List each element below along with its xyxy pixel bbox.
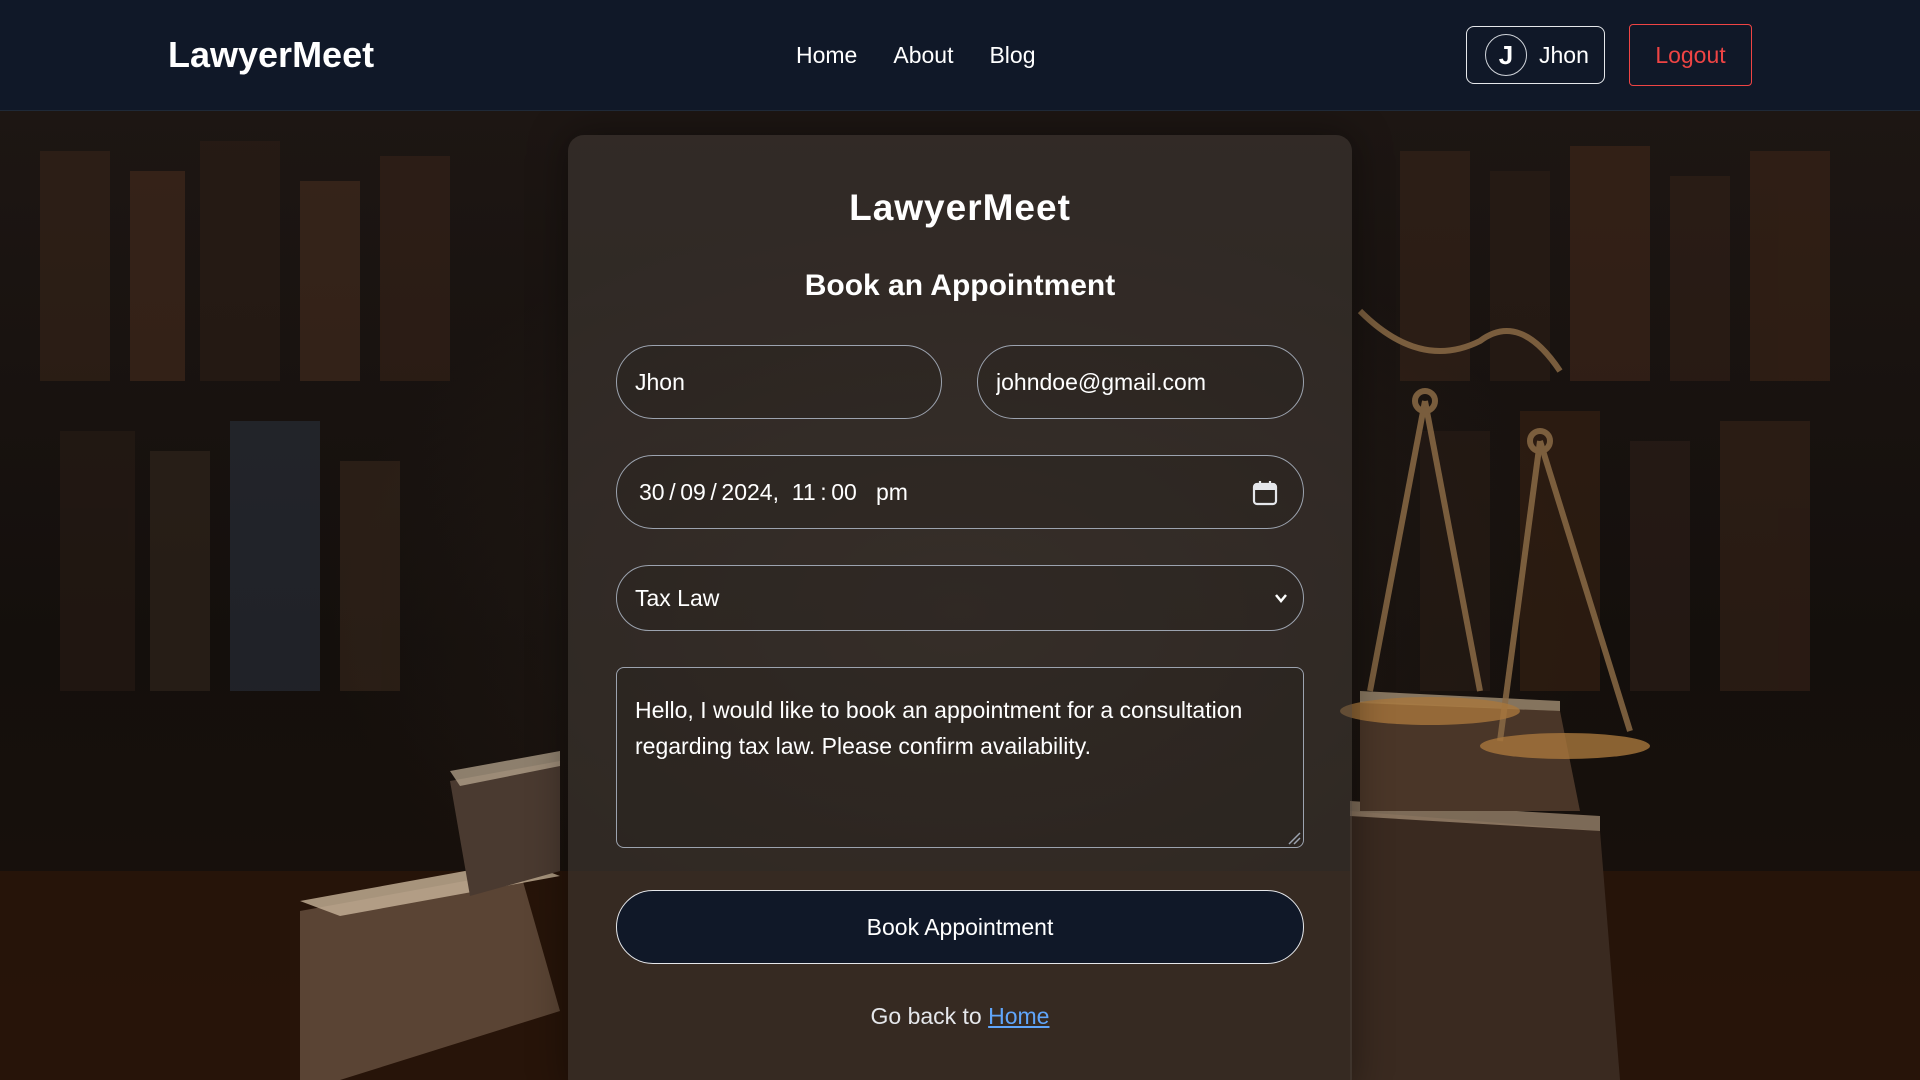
time-ampm[interactable]: pm — [876, 479, 908, 506]
date-month[interactable]: 09 — [680, 479, 706, 506]
chevron-down-icon — [1275, 594, 1287, 603]
appointment-card: LawyerMeet Book an Appointment 30 / 09 /… — [568, 135, 1352, 1080]
user-name: Jhon — [1539, 41, 1589, 68]
datetime-separator: , — [772, 478, 792, 505]
practice-area-select[interactable]: Tax Law — [616, 565, 1304, 631]
time-hour[interactable]: 11 — [792, 479, 816, 506]
brand-logo[interactable]: LawyerMeet — [168, 34, 374, 76]
practice-area-value: Tax Law — [635, 584, 720, 611]
datetime-input[interactable]: 30 / 09 / 2024 , 11 : 00 pm — [616, 455, 1304, 529]
date-day[interactable]: 30 — [639, 479, 665, 506]
resize-handle-icon[interactable] — [1285, 829, 1301, 845]
avatar: J — [1485, 34, 1527, 76]
nav-about-link[interactable]: About — [893, 42, 953, 69]
time-spacer — [857, 479, 876, 506]
go-back-text: Go back to Home — [568, 1003, 1352, 1030]
page-title: Book an Appointment — [804, 269, 1116, 302]
nav-links: Home About Blog — [796, 42, 1036, 69]
time-separator: : — [815, 478, 832, 505]
nav-blog-link[interactable]: Blog — [989, 42, 1035, 69]
message-text: Hello, I would like to book an appointme… — [635, 697, 1243, 759]
book-appointment-button[interactable]: Book Appointment — [616, 890, 1304, 964]
date-year[interactable]: 2024 — [721, 479, 772, 506]
name-input[interactable] — [616, 345, 942, 419]
date-separator: / — [664, 478, 681, 505]
go-back-label: Go back to — [870, 1003, 989, 1029]
nav-home-link[interactable]: Home — [796, 42, 857, 69]
card-brand: LawyerMeet — [849, 187, 1071, 228]
calendar-icon[interactable] — [1251, 479, 1279, 507]
user-menu-button[interactable]: J Jhon — [1466, 26, 1605, 84]
email-input[interactable] — [977, 345, 1304, 419]
logout-button[interactable]: Logout — [1629, 24, 1752, 86]
time-minute[interactable]: 00 — [831, 479, 857, 506]
go-back-home-link[interactable]: Home — [988, 1003, 1049, 1029]
navbar: LawyerMeet Home About Blog J Jhon Logout — [0, 0, 1920, 111]
message-textarea[interactable]: Hello, I would like to book an appointme… — [616, 667, 1304, 848]
date-separator: / — [705, 478, 722, 505]
